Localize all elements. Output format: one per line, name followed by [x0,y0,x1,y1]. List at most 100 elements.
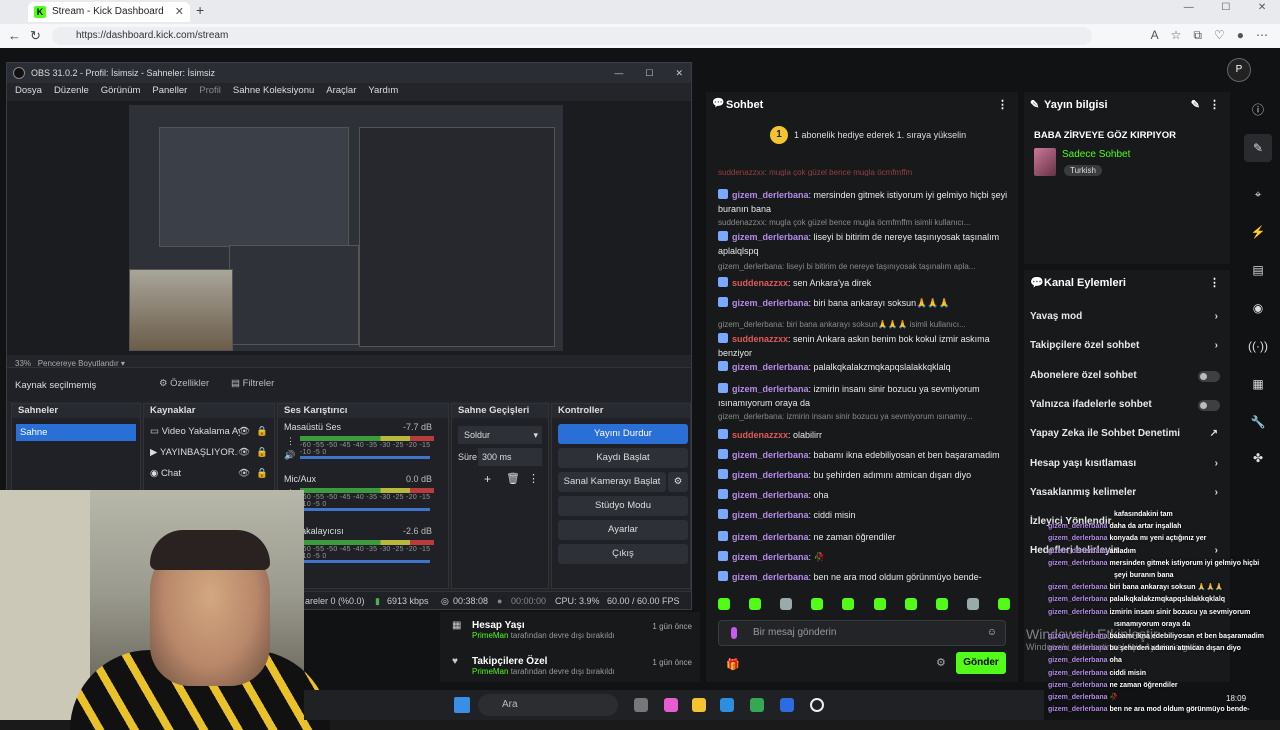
user-avatar[interactable]: P [1227,58,1251,82]
read-aloud-icon[interactable]: A [1151,28,1159,43]
scene-item[interactable]: Sahne [16,424,136,441]
emote-icon[interactable] [811,598,824,610]
chat-username[interactable]: suddenazzxx [732,430,788,440]
chat-username[interactable]: suddenazzxx [732,278,788,288]
chat-username[interactable]: suddenazzxx [732,334,788,344]
emote-icon[interactable] [966,598,979,610]
emote-icon[interactable] [873,598,886,610]
emote-icon[interactable] [997,598,1010,610]
volume-slider[interactable] [300,508,430,511]
obs-menu-item[interactable]: Yardım [368,83,398,99]
lightning-icon[interactable]: ⚡ [1244,218,1272,246]
browser-tab[interactable]: K Stream - Kick Dashboard ✕ [28,2,190,22]
chat-username[interactable]: gizem_derlerbana [732,190,809,200]
close-window-icon[interactable]: ✕ [1258,2,1266,22]
obs-menu-item[interactable]: Sahne Koleksiyonu [233,83,314,99]
control-button-1[interactable]: Kaydı Başlat [558,448,688,468]
obs-menu-item[interactable]: Dosya [15,83,42,99]
speaker-icon[interactable]: 🔊 [284,450,295,461]
control-button-3[interactable]: Stüdyo Modu [558,496,688,516]
source-item[interactable]: ▭ Video Yakalama Ay 👁 🔒 [150,426,270,437]
gift-leaderboard[interactable]: 1 1 abonelik hediye ederek 1. sıraya yük… [706,126,1018,152]
eye-icon[interactable]: 👁 [238,447,250,458]
copilot-icon[interactable] [664,698,678,712]
control-button-0[interactable]: Yayını Durdur [558,424,688,444]
minimize-icon[interactable]: — [1184,2,1194,22]
actions-menu-icon[interactable]: ⋮ [1209,276,1220,289]
duration-input[interactable]: 300 ms [478,448,542,466]
chat-username[interactable]: gizem_derlerbana [732,552,809,562]
app-icon[interactable] [750,698,764,712]
layout-icon[interactable]: ▦ [1244,370,1272,398]
maximize-icon[interactable]: ☐ [1221,2,1230,22]
new-tab-icon[interactable]: + [196,2,204,18]
control-button-2[interactable]: Sanal Kamerayı Başlat [558,472,666,492]
gift-icon[interactable]: 🎁 [726,658,740,671]
emote-icon[interactable] [718,598,730,610]
taskbar-search[interactable]: Ara [478,694,618,716]
chat-username[interactable]: gizem_derlerbana [732,450,809,460]
chat-input[interactable]: Bir mesaj gönderin ☺ [718,620,1006,646]
action-3[interactable]: Yalnızca ifadelerle sohbet [1030,392,1224,418]
store-icon[interactable] [780,698,794,712]
extensions-icon[interactable]: ⧉ [1193,28,1202,43]
obs-menu-item[interactable]: Paneller [152,83,187,99]
eye-icon[interactable]: 👁 [238,426,250,437]
collections-icon[interactable]: ♡ [1214,28,1225,43]
chat-username[interactable]: gizem_derlerbana [732,532,809,542]
lock-icon[interactable]: 🔒 [256,426,268,437]
control-button-4[interactable]: Ayarlar [558,520,688,540]
chat-username[interactable]: gizem_derlerbana [732,298,809,308]
emote-icon[interactable] [780,598,793,610]
edge-icon[interactable] [720,698,734,712]
category-name[interactable]: Sadece Sohbet [1062,149,1130,160]
toggle-switch[interactable] [1198,399,1220,411]
volume-slider[interactable] [300,560,430,563]
trash-icon[interactable]: 🗑 [506,472,520,485]
chat-username[interactable]: gizem_derlerbana [732,510,809,520]
eye-icon[interactable]: 👁 [238,468,250,479]
info-icon[interactable]: ⓘ [1244,96,1272,124]
favorite-star-icon[interactable]: ☆ [1171,28,1182,43]
url-field[interactable]: https://dashboard.kick.com/stream [52,27,1092,45]
obs-menu-item[interactable]: Profil [199,83,221,99]
log-user[interactable]: PrimeMan [472,667,508,676]
back-icon[interactable]: ← [8,28,21,43]
info-menu-icon[interactable]: ⋮ [1209,98,1220,111]
obs-menu-item[interactable]: Araçlar [326,83,356,99]
channel-menu-icon[interactable]: ⋮ [286,436,295,447]
emote-icon[interactable] [935,598,948,610]
maximize-icon[interactable]: ☐ [645,63,653,83]
control-button-5[interactable]: Çıkış [558,544,688,564]
task-view-icon[interactable] [634,698,648,712]
chat-menu-icon[interactable]: ⋮ [997,98,1008,111]
action-2[interactable]: Abonelere özel sohbet [1030,363,1224,389]
lock-icon[interactable]: 🔒 [256,468,268,479]
add-icon[interactable]: + [484,472,491,486]
document-icon[interactable]: ▤ [1244,256,1272,284]
more-icon[interactable]: ⋮ [528,472,539,485]
action-1[interactable]: Takipçilere özel sohbet › [1030,333,1224,359]
chat-username[interactable]: gizem_derlerbana [732,232,809,242]
focus-icon[interactable]: ⌖ [1244,180,1272,208]
source-item[interactable]: ▶ YAYINBAŞLIYOR.m 👁 🔒 [150,447,270,458]
puzzle-icon[interactable]: ✤ [1244,444,1272,472]
edit-icon[interactable]: ✎ [1244,134,1272,162]
explorer-icon[interactable] [692,698,706,712]
emote-icon[interactable] [749,598,762,610]
transition-select[interactable]: Soldur ▾ [458,426,542,444]
more-icon[interactable]: ⋯ [1256,28,1268,43]
chat-username[interactable]: gizem_derlerbana [732,362,809,372]
chat-username[interactable]: gizem_derlerbana [732,470,809,480]
filters-button[interactable]: ▤ Filtreler [231,378,274,389]
chat-icon[interactable]: ◉ [1244,294,1272,322]
log-user[interactable]: PrimeMan [472,631,508,640]
toggle-switch[interactable] [1198,370,1220,382]
lock-icon[interactable]: 🔒 [256,447,268,458]
close-window-icon[interactable]: ✕ [675,63,683,83]
start-icon[interactable] [454,697,470,713]
chat-username[interactable]: gizem_derlerbana [732,572,809,582]
minimize-icon[interactable]: — [614,63,623,83]
close-tab-icon[interactable]: ✕ [175,2,184,22]
volume-slider[interactable] [300,456,430,459]
